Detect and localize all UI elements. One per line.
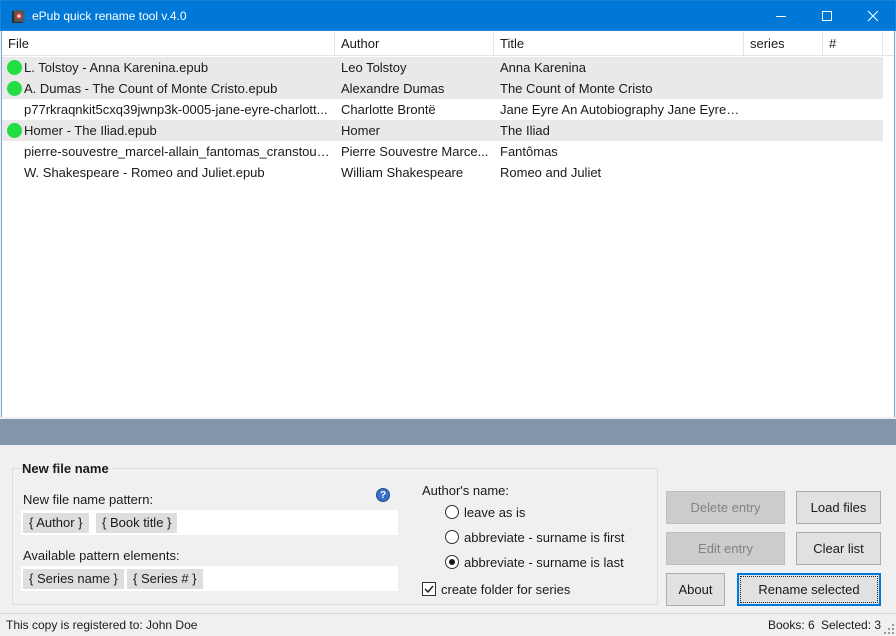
cell-title: The Iliad bbox=[500, 123, 550, 138]
cell-series bbox=[750, 57, 820, 78]
books-count: Books: 6 bbox=[768, 618, 815, 632]
radio-label-surname-last[interactable]: abbreviate - surname is last bbox=[464, 555, 624, 570]
status-dot-icon bbox=[7, 123, 22, 138]
table-row[interactable]: Homer - The Iliad.epub Homer The Iliad bbox=[2, 120, 883, 141]
cell-number bbox=[829, 162, 879, 183]
cell-title: Jane Eyre An Autobiography Jane Eyre:... bbox=[500, 102, 740, 117]
splitter-bar[interactable] bbox=[0, 419, 896, 445]
status-dot-icon bbox=[7, 60, 22, 75]
create-folder-checkbox[interactable] bbox=[422, 582, 436, 596]
cell-title: Fantômas bbox=[500, 144, 558, 159]
window-title: ePub quick rename tool v.4.0 bbox=[32, 9, 187, 23]
selected-count: Selected: 3 bbox=[821, 618, 882, 632]
available-label: Available pattern elements: bbox=[23, 548, 180, 563]
cell-title: Anna Karenina bbox=[500, 60, 587, 75]
cell-file: W. Shakespeare - Romeo and Juliet.epub bbox=[24, 165, 265, 180]
cell-series bbox=[750, 78, 820, 99]
file-list[interactable]: File Author Title series # L. Tolstoy - … bbox=[1, 31, 895, 417]
radio-leave-as-is[interactable] bbox=[445, 505, 459, 519]
available-elements-box: { Series name } { Series # } bbox=[21, 566, 398, 591]
cell-number bbox=[829, 141, 879, 162]
create-folder-label[interactable]: create folder for series bbox=[441, 582, 570, 597]
pattern-chip-author[interactable]: { Author } bbox=[23, 513, 89, 533]
list-header: File Author Title series # bbox=[2, 31, 894, 56]
cell-title: Romeo and Juliet bbox=[500, 165, 602, 180]
cell-number bbox=[829, 120, 879, 141]
minimize-button[interactable] bbox=[758, 1, 804, 31]
table-row[interactable]: pierre-souvestre_marcel-allain_fantomas_… bbox=[2, 141, 883, 162]
table-row[interactable]: p77rkraqnkit5cxq39jwnp3k-0005-jane-eyre-… bbox=[2, 99, 883, 120]
close-icon bbox=[867, 10, 879, 22]
clear-list-button[interactable]: Clear list bbox=[796, 532, 881, 565]
resize-grip-icon[interactable] bbox=[884, 624, 894, 634]
column-header-author[interactable]: Author bbox=[335, 31, 494, 56]
cell-series bbox=[750, 120, 820, 141]
radio-surname-last[interactable] bbox=[445, 555, 459, 569]
pattern-chip-series-number[interactable]: { Series # } bbox=[127, 569, 203, 589]
cell-file: Homer - The Iliad.epub bbox=[24, 123, 157, 138]
rename-selected-button[interactable]: Rename selected bbox=[737, 573, 881, 606]
status-bar: This copy is registered to: John Doe Boo… bbox=[0, 613, 896, 636]
cell-number bbox=[829, 57, 879, 78]
table-row[interactable]: L. Tolstoy - Anna Karenina.epub Leo Tolst… bbox=[2, 57, 883, 78]
cell-file: pierre-souvestre_marcel-allain_fantomas_… bbox=[24, 144, 332, 159]
cell-author: Homer bbox=[341, 123, 381, 138]
column-header-series[interactable]: series bbox=[744, 31, 823, 56]
maximize-icon bbox=[822, 11, 832, 21]
group-title: New file name bbox=[22, 461, 112, 476]
pattern-input[interactable]: { Author } { Book title } bbox=[21, 510, 398, 535]
cell-file: A. Dumas - The Count of Monte Cristo.epu… bbox=[24, 81, 278, 96]
cell-author: William Shakespeare bbox=[341, 165, 464, 180]
checkmark-icon bbox=[424, 585, 434, 594]
cell-number bbox=[829, 99, 879, 120]
cell-file: L. Tolstoy - Anna Karenina.epub bbox=[24, 60, 209, 75]
pattern-chip-series-name[interactable]: { Series name } bbox=[23, 569, 124, 589]
minimize-icon bbox=[776, 16, 786, 17]
about-button[interactable]: About bbox=[666, 573, 725, 606]
cell-number bbox=[829, 78, 879, 99]
maximize-button[interactable] bbox=[804, 1, 850, 31]
column-header-number[interactable]: # bbox=[823, 31, 883, 56]
edit-entry-button[interactable]: Edit entry bbox=[666, 532, 785, 565]
pattern-label: New file name pattern: bbox=[23, 492, 154, 507]
registration-status: This copy is registered to: John Doe bbox=[6, 618, 198, 632]
pattern-chip-book-title[interactable]: { Book title } bbox=[96, 513, 178, 533]
table-row[interactable]: W. Shakespeare - Romeo and Juliet.epub Wi… bbox=[2, 162, 883, 183]
cell-title: The Count of Monte Cristo bbox=[500, 81, 653, 96]
cell-file: p77rkraqnkit5cxq39jwnp3k-0005-jane-eyre-… bbox=[24, 102, 328, 117]
app-icon bbox=[12, 10, 24, 23]
status-dot-icon bbox=[7, 81, 22, 96]
radio-label-surname-first[interactable]: abbreviate - surname is first bbox=[464, 530, 624, 545]
radio-surname-first[interactable] bbox=[445, 530, 459, 544]
delete-entry-button[interactable]: Delete entry bbox=[666, 491, 785, 524]
author-name-label: Author's name: bbox=[422, 483, 510, 498]
cell-author: Charlotte Brontë bbox=[341, 102, 436, 117]
title-bar: ePub quick rename tool v.4.0 bbox=[0, 0, 896, 31]
cell-author: Pierre Souvestre Marce... bbox=[341, 144, 489, 159]
radio-label-leave-as-is[interactable]: leave as is bbox=[464, 505, 525, 520]
cell-series bbox=[750, 162, 820, 183]
cell-series bbox=[750, 141, 820, 162]
table-row[interactable]: A. Dumas - The Count of Monte Cristo.epu… bbox=[2, 78, 883, 99]
cell-author: Alexandre Dumas bbox=[341, 81, 445, 96]
help-icon[interactable]: ? bbox=[376, 488, 390, 502]
column-header-title[interactable]: Title bbox=[494, 31, 744, 56]
cell-author: Leo Tolstoy bbox=[341, 60, 407, 75]
close-button[interactable] bbox=[850, 1, 896, 31]
load-files-button[interactable]: Load files bbox=[796, 491, 881, 524]
cell-series bbox=[750, 99, 820, 120]
column-header-file[interactable]: File bbox=[2, 31, 335, 56]
